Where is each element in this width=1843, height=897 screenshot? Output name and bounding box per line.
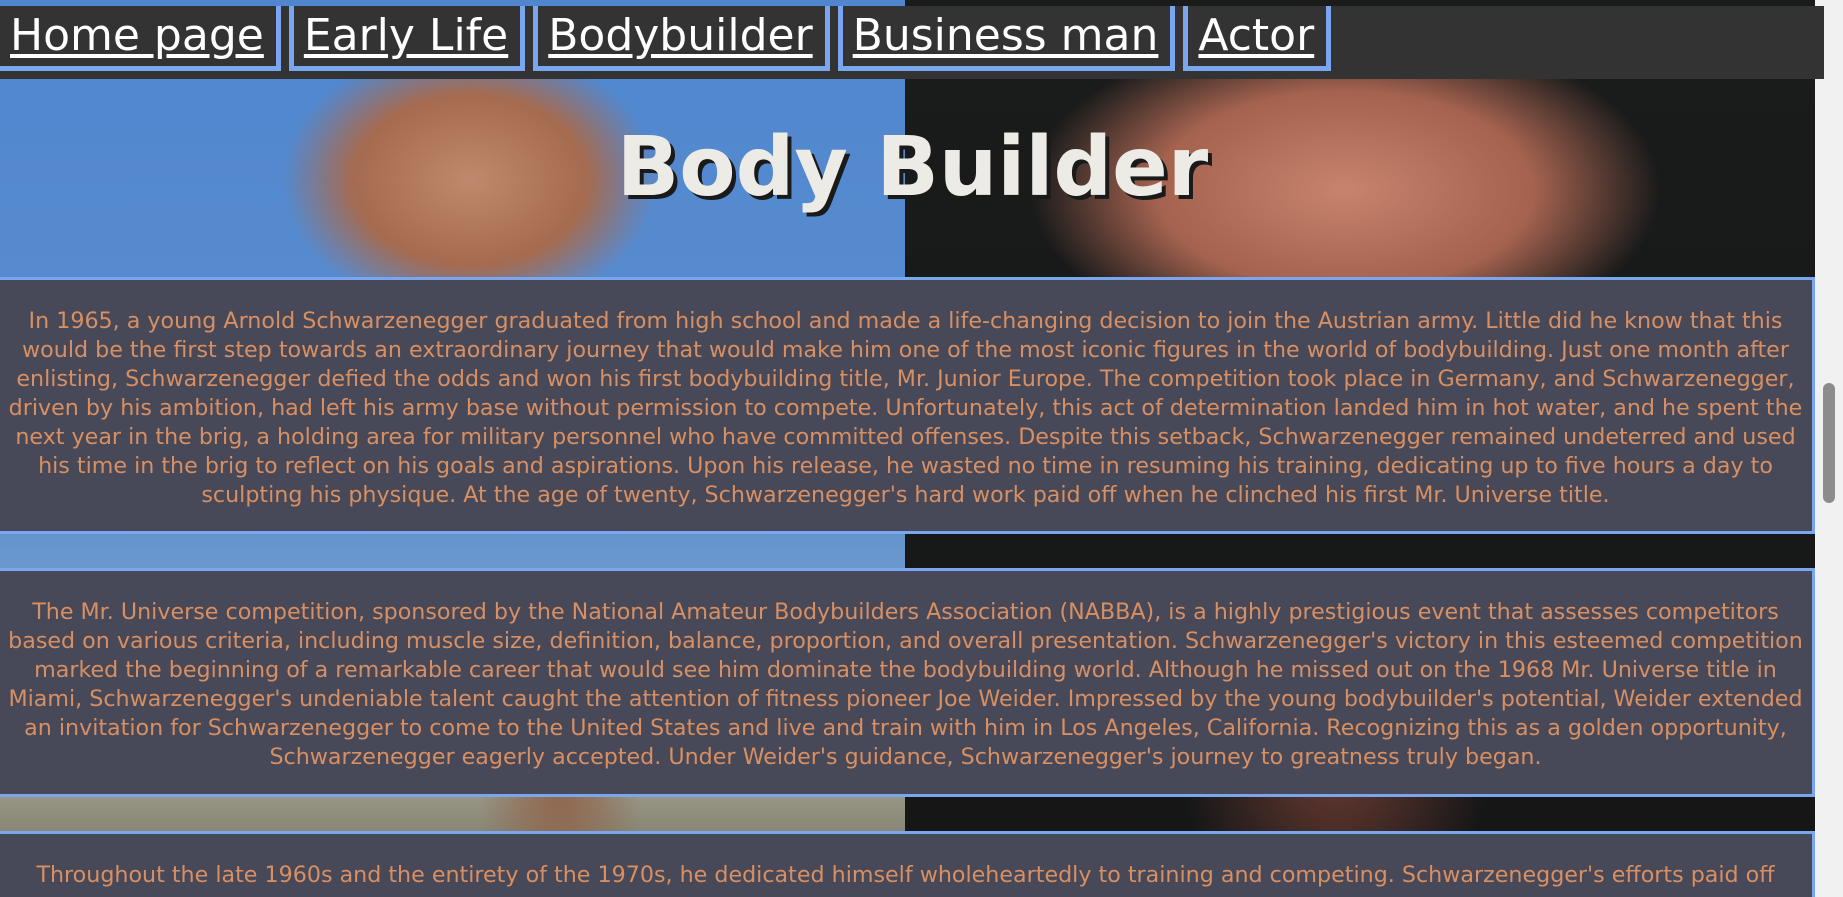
top-nav: Home page Early Life Bodybuilder Busines… xyxy=(0,6,1824,79)
page: Home page Early Life Bodybuilder Busines… xyxy=(0,0,1843,897)
paragraph-text-3: Throughout the late 1960s and the entire… xyxy=(36,862,1775,888)
paragraph-text-2: The Mr. Universe competition, sponsored … xyxy=(8,599,1803,770)
paragraph-panel-1: In 1965, a young Arnold Schwarzenegger g… xyxy=(0,277,1815,534)
nav-bodybuilder-link[interactable]: Bodybuilder xyxy=(533,6,830,71)
nav-business-man-link[interactable]: Business man xyxy=(837,6,1176,71)
vertical-scrollbar[interactable] xyxy=(1815,0,1843,897)
paragraph-text-1: In 1965, a young Arnold Schwarzenegger g… xyxy=(8,308,1803,508)
nav-home-page-link[interactable]: Home page xyxy=(0,6,281,71)
page-title: Body Builder xyxy=(616,119,1209,215)
nav-actor-link[interactable]: Actor xyxy=(1183,6,1332,71)
paragraph-panel-3: Throughout the late 1960s and the entire… xyxy=(0,831,1815,897)
nav-early-life-link[interactable]: Early Life xyxy=(288,6,526,71)
scrollbar-thumb[interactable] xyxy=(1823,383,1835,503)
paragraph-panel-2: The Mr. Universe competition, sponsored … xyxy=(0,568,1815,797)
